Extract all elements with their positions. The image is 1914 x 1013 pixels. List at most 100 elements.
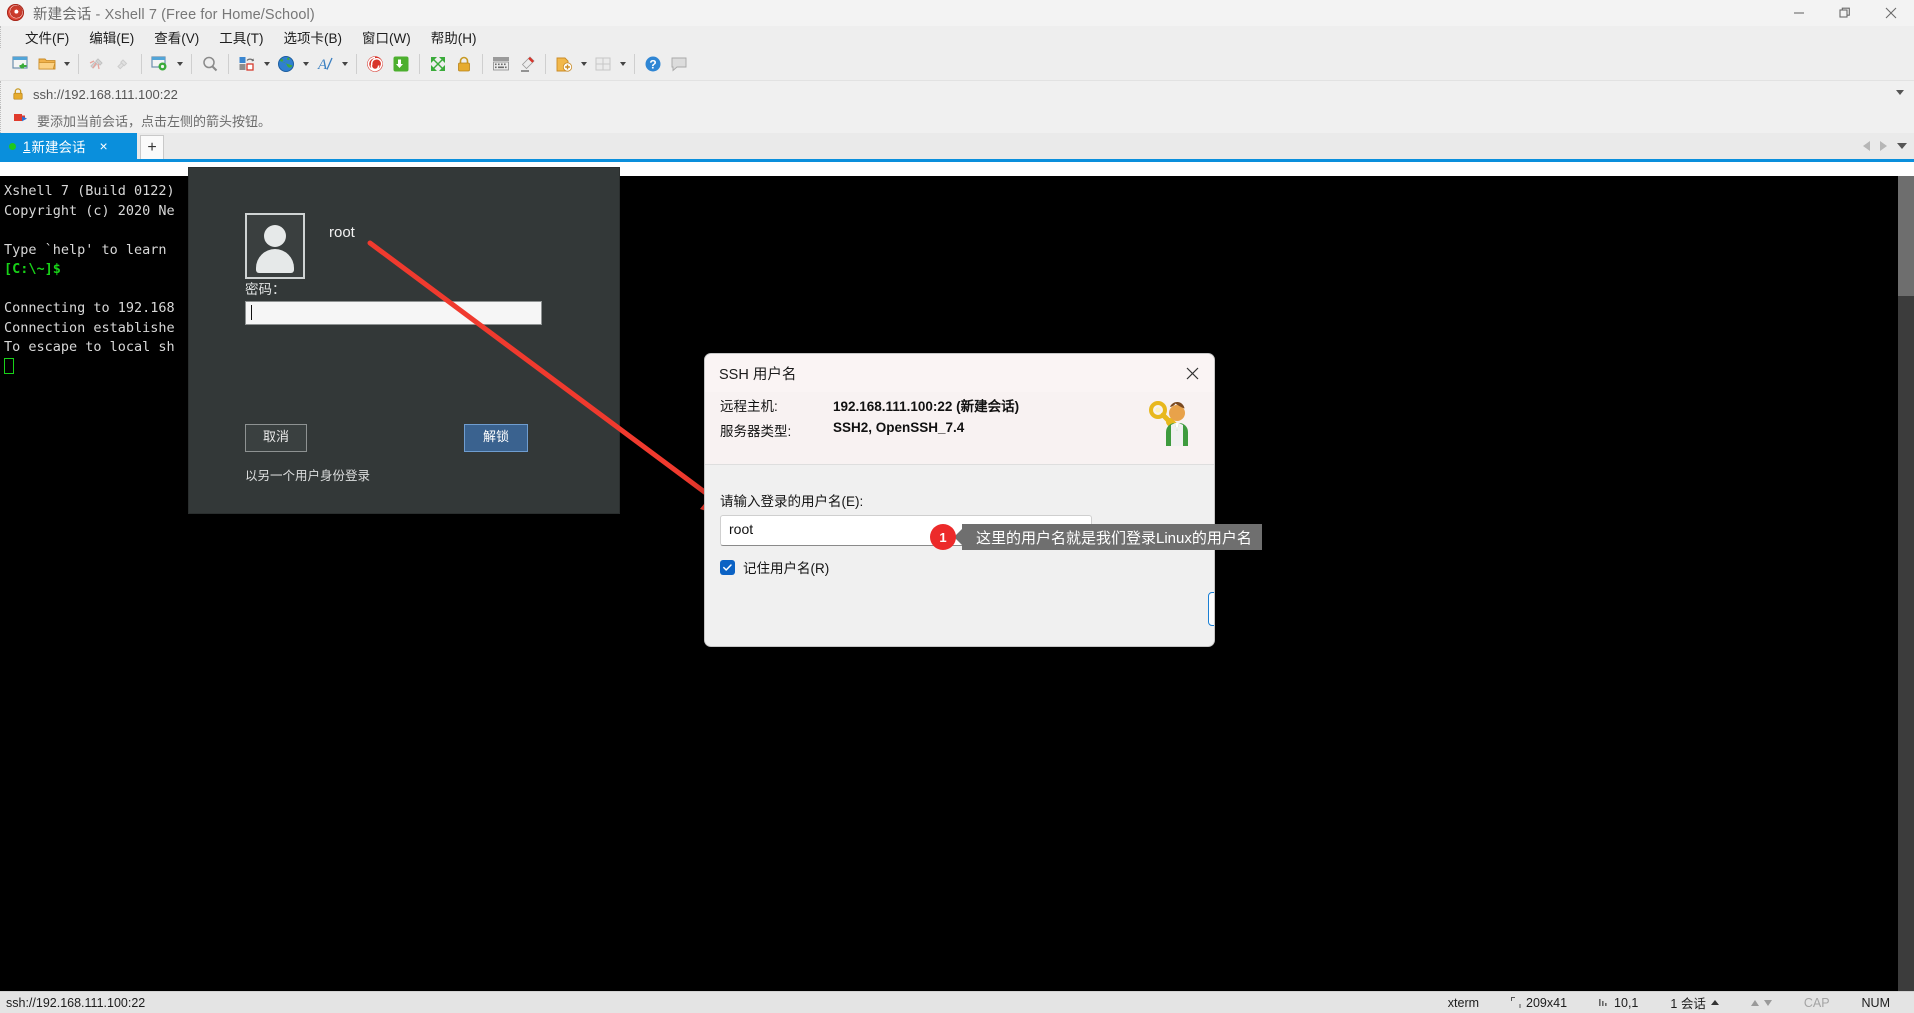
menu-tabs[interactable]: 选项卡(B) [274, 25, 353, 49]
new-session-icon[interactable] [8, 51, 34, 77]
terminal-scrollbar[interactable] [1898, 176, 1914, 992]
highlight-pen-icon[interactable] [514, 51, 540, 77]
callout-tooltip: 这里的用户名就是我们登录Linux的用户名 [962, 524, 1262, 550]
scroll-right-arrow-icon[interactable] [1880, 141, 1887, 151]
lock-icon[interactable] [451, 51, 477, 77]
session-properties-icon[interactable] [147, 51, 173, 77]
disconnect-icon [84, 51, 110, 77]
sessions-caret-icon[interactable] [1711, 1000, 1719, 1005]
server-type-label: 服务器类型: [720, 420, 791, 440]
status-caps-value: CAP [1804, 996, 1830, 1010]
status-caps-lock: CAP [1788, 996, 1846, 1010]
open-folder-dropdown-icon[interactable] [60, 51, 73, 77]
new-tab-button[interactable]: + [140, 135, 164, 159]
tab-close-icon[interactable]: × [100, 139, 108, 153]
term-line: To escape to local sh [4, 339, 175, 355]
session-properties-dropdown-icon[interactable] [173, 51, 186, 77]
tab-bar: 1 新建会话 × + [0, 133, 1914, 159]
window-title-session: 新建会话 [33, 7, 91, 23]
menu-edit[interactable]: 编辑(E) [79, 25, 144, 49]
toolbar-separator [228, 54, 229, 74]
hint-text: 要添加当前会话，点击左侧的箭头按钮。 [37, 111, 271, 130]
help-icon[interactable]: ? [640, 51, 666, 77]
ssh-ok-button[interactable]: 确定 [1208, 592, 1215, 626]
status-size: 209x41 [1495, 996, 1583, 1010]
menu-tools[interactable]: 工具(T) [209, 25, 273, 49]
tab-status-dot-icon [9, 143, 16, 150]
toolbar-separator [419, 54, 420, 74]
close-button[interactable] [1868, 0, 1914, 26]
add-note-icon[interactable] [551, 51, 577, 77]
tab-list-dropdown-icon[interactable] [1897, 143, 1907, 149]
menu-window[interactable]: 窗口(W) [352, 25, 421, 49]
transfer-file-icon[interactable] [234, 51, 260, 77]
transfer-file-dropdown-icon[interactable] [260, 51, 273, 77]
ssh-connection-info: 远程主机: 192.168.111.100:22 (新建会话) 服务器类型: S… [705, 392, 1214, 465]
remote-host-label: 远程主机: [720, 395, 778, 415]
toolbar-separator [634, 54, 635, 74]
toolbar-separator [545, 54, 546, 74]
toolbar-separator [191, 54, 192, 74]
xftp-icon[interactable] [388, 51, 414, 77]
fullscreen-icon[interactable] [425, 51, 451, 77]
status-transfer-indicators [1735, 1000, 1788, 1006]
title-bar: 新建会话 - Xshell 7 (Free for Home/School) [0, 0, 1914, 26]
menu-file[interactable]: 文件(F) [15, 25, 79, 49]
reconnect-icon [110, 51, 136, 77]
menu-help[interactable]: 帮助(H) [421, 25, 487, 49]
ssh-dialog-close-button[interactable] [1170, 354, 1214, 392]
unlock-cancel-button[interactable]: 取消 [245, 424, 307, 452]
xshell-window: 新建会话 - Xshell 7 (Free for Home/School) 文… [0, 0, 1914, 1013]
tab-new-session[interactable]: 1 新建会话 × [0, 133, 137, 159]
open-folder-icon[interactable] [34, 51, 60, 77]
address-bar[interactable]: ssh://192.168.111.100:22 [0, 81, 1914, 107]
status-cursor-value: 10,1 [1614, 996, 1638, 1010]
status-sessions[interactable]: 1 会话 [1654, 993, 1734, 1012]
remember-username-checkbox[interactable]: 记住用户名(R) [720, 557, 829, 577]
status-size-value: 209x41 [1526, 996, 1567, 1010]
chevron-down-icon[interactable] [1896, 90, 1904, 95]
tab-active-underline [0, 159, 1914, 162]
login-other-user-link[interactable]: 以另一个用户身份登录 [245, 465, 370, 484]
status-num-value: NUM [1862, 996, 1890, 1010]
terminal-scrollbar-thumb[interactable] [1898, 176, 1914, 296]
xshell-icon[interactable] [362, 51, 388, 77]
svg-text:?: ? [649, 58, 656, 72]
menu-bar: 文件(F) 编辑(E) 查看(V) 工具(T) 选项卡(B) 窗口(W) 帮助(… [0, 26, 1914, 48]
layout-icon [590, 51, 616, 77]
comment-icon[interactable] [666, 51, 692, 77]
checkbox-checked-icon [720, 560, 735, 575]
username-prompt-label: 请输入登录的用户名(E): [720, 490, 863, 510]
red-flag-icon [13, 113, 29, 127]
font-dropdown-icon[interactable] [338, 51, 351, 77]
window-title: 新建会话 - Xshell 7 (Free for Home/School) [33, 3, 315, 24]
hint-bar: 要添加当前会话，点击左侧的箭头按钮。 [0, 107, 1914, 133]
scroll-left-arrow-icon[interactable] [1863, 141, 1870, 151]
unlock-screen-dialog: root 密码： 取消 解锁 以另一个用户身份登录 [189, 168, 619, 513]
window-title-app: - Xshell 7 (Free for Home/School) [91, 7, 314, 23]
search-icon[interactable] [197, 51, 223, 77]
minimize-button[interactable] [1776, 0, 1822, 26]
address-input[interactable]: ssh://192.168.111.100:22 [33, 87, 178, 102]
status-num-lock: NUM [1846, 996, 1906, 1010]
status-sessions-value: 1 会话 [1670, 993, 1705, 1012]
font-icon[interactable]: A [312, 51, 338, 77]
restore-button[interactable] [1822, 0, 1868, 26]
globe-icon[interactable] [273, 51, 299, 77]
password-input[interactable] [245, 301, 542, 325]
add-note-dropdown-icon[interactable] [577, 51, 590, 77]
remember-username-label: 记住用户名(R) [743, 557, 829, 577]
menu-view[interactable]: 查看(V) [144, 25, 209, 49]
tab-bar-controls [1863, 133, 1914, 159]
window-controls [1776, 0, 1914, 26]
term-line: Xshell 7 (Build 0122) [4, 183, 175, 199]
tab-label: 新建会话 [32, 136, 86, 156]
unlock-button[interactable]: 解锁 [464, 424, 528, 452]
keyboard-icon[interactable] [488, 51, 514, 77]
remote-host-value: 192.168.111.100:22 (新建会话) [833, 395, 1019, 415]
toolbar-separator [356, 54, 357, 74]
term-line: Copyright (c) 2020 Ne [4, 203, 175, 219]
resize-icon [1511, 997, 1521, 1008]
globe-dropdown-icon[interactable] [299, 51, 312, 77]
layout-dropdown-icon[interactable] [616, 51, 629, 77]
